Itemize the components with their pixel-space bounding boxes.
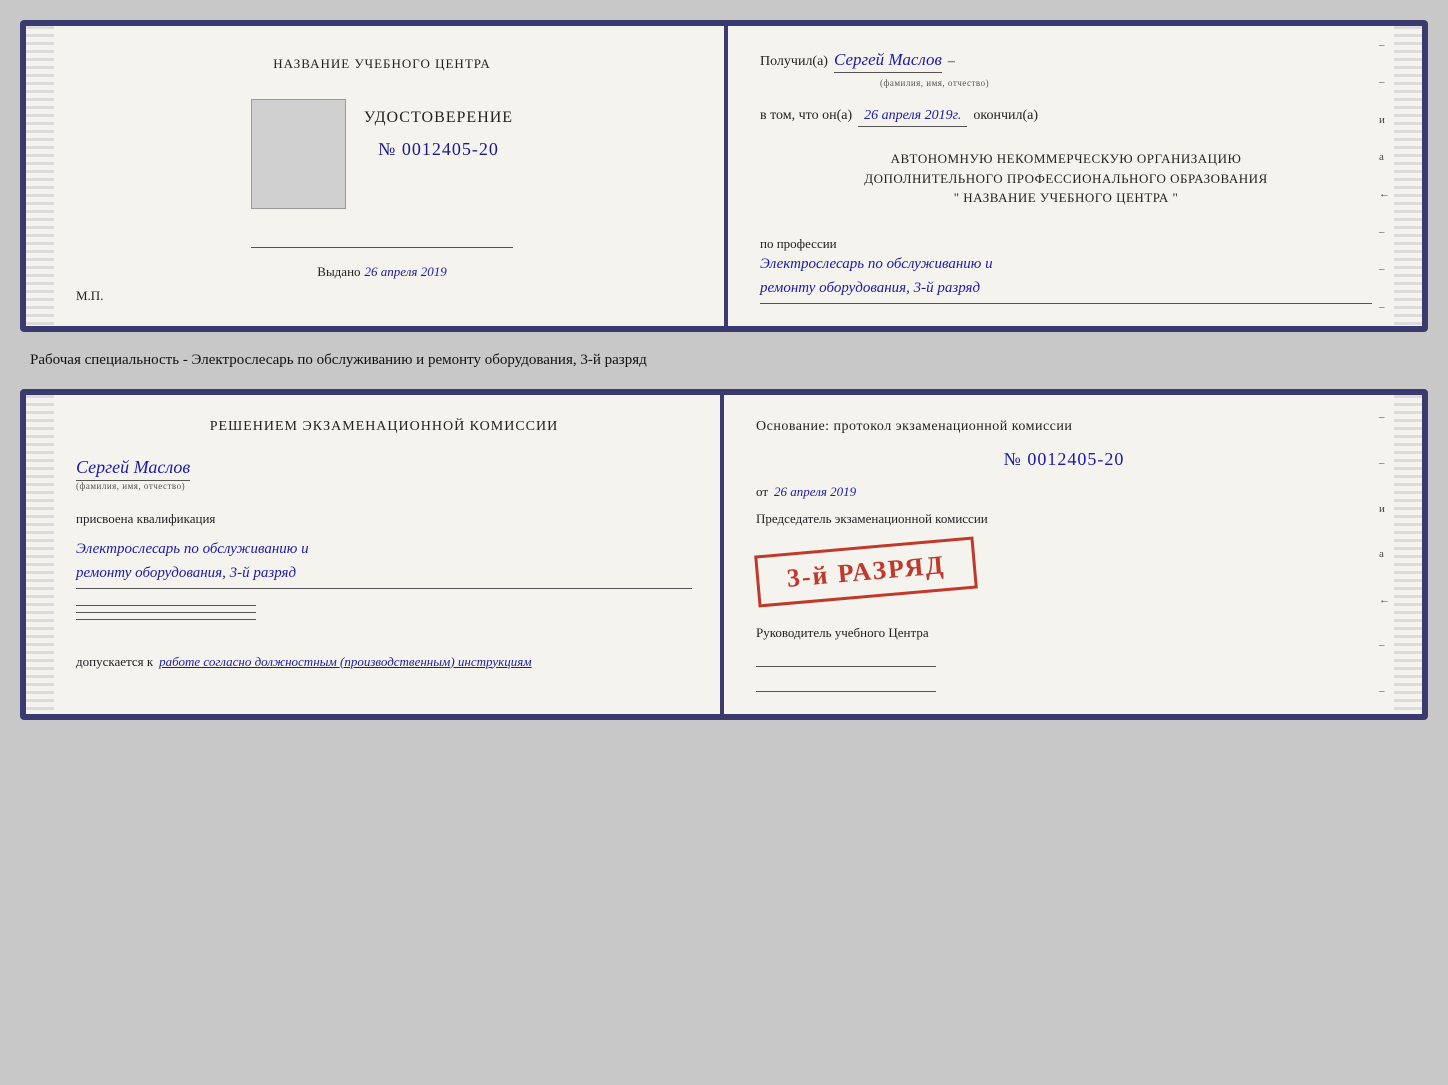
profession-block: по профессии Электрослесарь по обслужива… (760, 230, 1372, 304)
sig-line-right (756, 666, 936, 667)
school-name-top: НАЗВАНИЕ УЧЕБНОГО ЦЕНТРА (273, 56, 490, 72)
decision-title: Решением экзаменационной комиссии (76, 419, 692, 435)
issued-date: 26 апреля 2019 (365, 264, 447, 280)
fio-sub-top: (фамилия, имя, отчество) (880, 78, 1372, 88)
date-issued-block: Выдано 26 апреля 2019 (317, 264, 446, 280)
person-block-bottom: Сергей Маслов (фамилия, имя, отчество) (76, 457, 692, 491)
org-line1: АВТОНОМНУЮ НЕКОММЕРЧЕСКУЮ ОРГАНИЗАЦИЮ (760, 149, 1372, 169)
received-row: Получил(а) Сергей Маслов – (760, 50, 1372, 74)
qual-line2: ремонту оборудования, 3-й разряд (76, 561, 692, 585)
allowed-value: работе согласно должностным (производств… (159, 654, 531, 670)
page-wrapper: НАЗВАНИЕ УЧЕБНОГО ЦЕНТРА УДОСТОВЕРЕНИЕ №… (20, 20, 1428, 720)
org-line3: " НАЗВАНИЕ УЧЕБНОГО ЦЕНТРА " (760, 188, 1372, 208)
head-label: Руководитель учебного Центра (756, 624, 1372, 642)
cert-title: УДОСТОВЕРЕНИЕ (364, 109, 513, 127)
protocol-date-prefix: от (756, 484, 768, 500)
certificate-top: НАЗВАНИЕ УЧЕБНОГО ЦЕНТРА УДОСТОВЕРЕНИЕ №… (20, 20, 1428, 332)
issued-label: Выдано (317, 264, 360, 280)
certificate-bottom: Решением экзаменационной комиссии Сергей… (20, 389, 1428, 720)
cert-bottom-right: Основание: протокол экзаменационной коми… (724, 395, 1422, 714)
org-line2: ДОПОЛНИТЕЛЬНОГО ПРОФЕССИОНАЛЬНОГО ОБРАЗО… (760, 169, 1372, 189)
profession-label: по профессии (760, 236, 1372, 252)
protocol-number: № 0012405-20 (756, 449, 1372, 470)
basis-label: Основание: протокол экзаменационной коми… (756, 419, 1372, 435)
sig-line-2 (76, 612, 256, 613)
signature-block-bottom (76, 605, 692, 620)
sig-line-1 (76, 605, 256, 606)
finished-word: окончил(а) (973, 108, 1038, 124)
received-prefix: Получил(а) (760, 54, 828, 70)
cert-top-left: НАЗВАНИЕ УЧЕБНОГО ЦЕНТРА УДОСТОВЕРЕНИЕ №… (26, 26, 724, 326)
photo-placeholder (251, 99, 346, 209)
stamp-box: 3-й РАЗРЯД (754, 536, 978, 607)
profession-value: Электрослесарь по обслуживанию и ремонту… (760, 252, 1372, 304)
protocol-date: 26 апреля 2019 (774, 484, 856, 500)
inthat-row: в том, что он(а) 26 апреля 2019г. окончи… (760, 108, 1372, 127)
allowed-label: допускается к (76, 654, 153, 670)
chairman-label: Председатель экзаменационной комиссии (756, 510, 1372, 528)
received-name: Сергей Маслов (834, 50, 942, 73)
cert-bottom-left: Решением экзаменационной комиссии Сергей… (26, 395, 720, 714)
inthat-date: 26 апреля 2019г. (858, 108, 967, 127)
qual-line1: Электрослесарь по обслуживанию и (76, 537, 692, 561)
cert-number: № 0012405-20 (378, 139, 499, 160)
inthat-prefix: в том, что он(а) (760, 108, 852, 124)
allowed-block: допускается к работе согласно должностны… (76, 644, 692, 670)
protocol-date-row: от 26 апреля 2019 (756, 484, 1372, 500)
allowed-row: допускается к работе согласно должностны… (76, 644, 692, 670)
middle-text: Рабочая специальность - Электрослесарь п… (20, 350, 1428, 371)
sig-line-right-2 (756, 691, 936, 692)
qualification-label: присвоена квалификация (76, 511, 692, 527)
profession-line2: ремонту оборудования, 3-й разряд (760, 276, 1372, 300)
cert-top-right: Получил(а) Сергей Маслов – (фамилия, имя… (728, 26, 1422, 326)
sig-line-3 (76, 619, 256, 620)
person-name-bottom: Сергей Маслов (76, 457, 190, 481)
qualification-value: Электрослесарь по обслуживанию и ремонту… (76, 537, 692, 589)
cert-center-block: УДОСТОВЕРЕНИЕ № 0012405-20 Выдано 26 апр… (251, 92, 513, 288)
dash: – (948, 54, 955, 70)
mp-label: М.П. (76, 288, 103, 304)
profession-line1: Электрослесарь по обслуживанию и (760, 252, 1372, 276)
org-text: АВТОНОМНУЮ НЕКОММЕРЧЕСКУЮ ОРГАНИЗАЦИЮ ДО… (760, 149, 1372, 208)
fio-sub-bottom: (фамилия, имя, отчество) (76, 481, 692, 491)
